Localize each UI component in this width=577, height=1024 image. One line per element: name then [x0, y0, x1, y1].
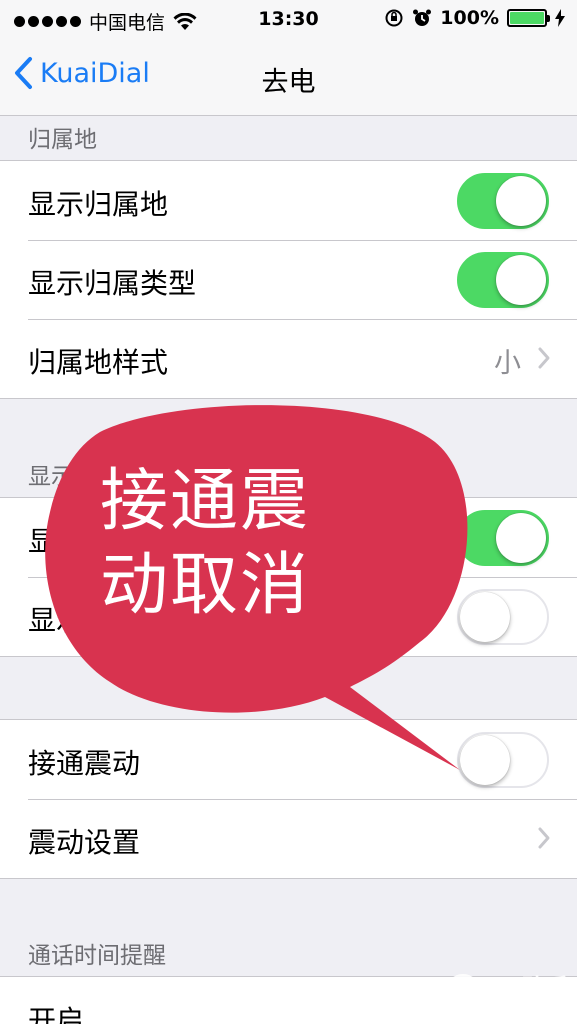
settings-group-attribution: 显示归属地 显示归属类型 归属地样式 小: [0, 160, 577, 399]
annotation-text: 接通震 动取消: [100, 460, 400, 628]
charging-icon: [555, 9, 565, 27]
chevron-right-icon: [538, 827, 550, 849]
setting-row-vibration-settings[interactable]: 震动设置: [0, 799, 577, 878]
alarm-icon: [413, 9, 432, 26]
chevron-right-icon: [538, 347, 550, 369]
status-bar: 中国电信 13:30 100%: [0, 0, 577, 38]
setting-row-location-style[interactable]: 归属地样式 小: [0, 319, 577, 398]
setting-label: 开启: [28, 1004, 85, 1024]
setting-row-show-location: 显示归属地: [0, 161, 577, 240]
watermark-brand: PP助手: [485, 974, 569, 1002]
annotation-line-1: 接通震: [100, 462, 311, 541]
setting-label: 显示归属地: [28, 188, 169, 221]
navigation-bar: KuaiDial 去电: [0, 38, 577, 116]
show-location-toggle[interactable]: [457, 173, 549, 229]
section-header-attribution: 归属地: [28, 127, 97, 153]
location-style-value: 小: [494, 348, 521, 379]
setting-label: 显示归属类型: [28, 267, 197, 300]
setting-row-show-location-type: 显示归属类型: [0, 240, 577, 319]
section-header-call-timer: 通话时间提醒: [28, 943, 166, 969]
annotation-line-2: 动取消: [100, 546, 311, 625]
setting-label: 震动设置: [28, 826, 141, 859]
battery-percent: 100%: [440, 7, 499, 29]
battery-icon: [507, 9, 550, 27]
setting-label: 归属地样式: [28, 346, 169, 379]
page-title: 去电: [261, 67, 316, 98]
watermark: PP助手 25PP.COM: [445, 968, 569, 1014]
show-location-type-toggle[interactable]: [457, 252, 549, 308]
watermark-site: 25PP.COM: [485, 1003, 536, 1014]
pp-logo-icon: [445, 974, 480, 1008]
orientation-lock-icon: [385, 9, 403, 27]
